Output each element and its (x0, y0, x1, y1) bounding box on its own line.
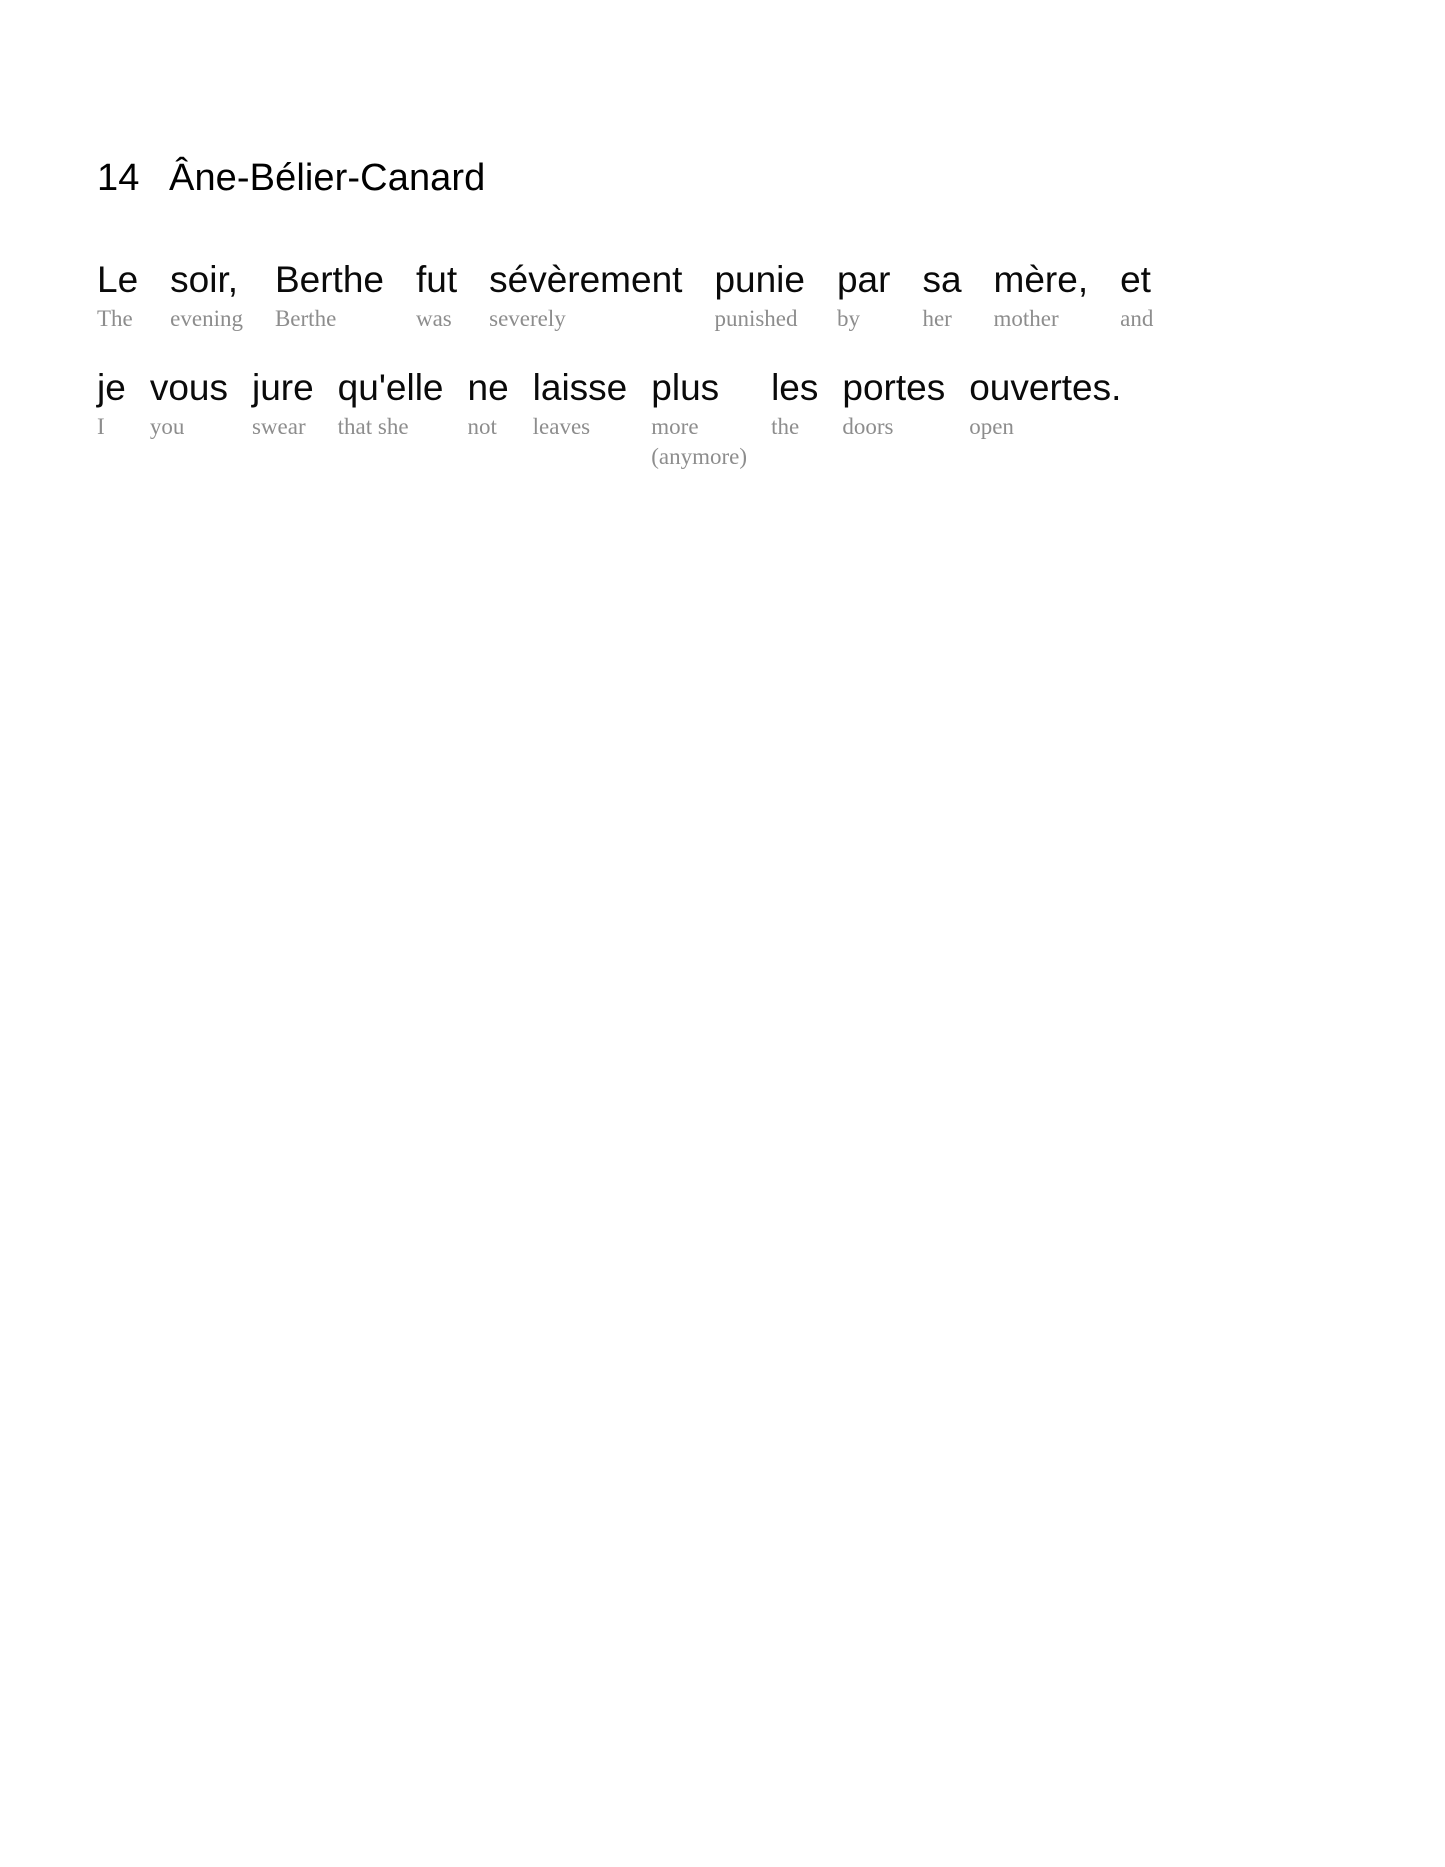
gloss-pair: sévèrement severely (489, 258, 682, 334)
source-word: soir, (170, 259, 239, 300)
gloss-word: that she (337, 414, 409, 439)
gloss-word: The (97, 306, 133, 331)
gloss-word: not (467, 414, 497, 439)
gloss-word: you (149, 414, 185, 439)
gloss-word: more (anymore) (651, 412, 747, 472)
gloss-pair: vous you (150, 366, 228, 442)
source-word: ouvertes. (969, 367, 1122, 408)
gloss-pair: ouvertes. open (969, 366, 1121, 442)
gloss-pair: par by (837, 258, 890, 334)
gloss-word-secondary: (anymore) (651, 444, 748, 469)
gloss-pair: qu'elle that she (338, 366, 444, 442)
source-word: et (1120, 259, 1151, 300)
source-word: fut (415, 259, 458, 300)
source-word: mère, (993, 259, 1089, 300)
gloss-pair: jure swear (252, 366, 314, 442)
gloss-pair: mère, mother (994, 258, 1089, 334)
page-title: 14 Âne-Bélier-Canard (97, 155, 485, 201)
gloss-pair: les the (771, 366, 818, 442)
source-word: sévèrement (489, 259, 683, 300)
gloss-word: and (1120, 306, 1154, 331)
source-word: Berthe (274, 259, 384, 300)
source-word: portes (842, 367, 946, 408)
source-word: plus (651, 367, 720, 408)
gloss-pair: je I (97, 366, 126, 442)
gloss-word: Berthe (274, 306, 337, 331)
source-word: par (836, 259, 891, 300)
source-word: sa (922, 259, 962, 300)
source-word: Le (97, 259, 139, 300)
source-word: les (771, 367, 819, 408)
gloss-word: I (97, 414, 105, 439)
gloss-word: severely (489, 306, 566, 331)
gloss-word: swear (251, 414, 306, 439)
document-page: 14 Âne-Bélier-Canard Le The soir, evening Ber… (0, 0, 1445, 1867)
gloss-word: mother (993, 306, 1059, 331)
gloss-pair: portes doors (842, 366, 945, 442)
gloss-word: open (969, 414, 1014, 439)
interlinear-line-1: Le The soir, evening Berthe Berthe fut was sévèr… (97, 258, 1347, 334)
gloss-pair: fut was (416, 258, 457, 334)
gloss-pair: laisse leaves (533, 366, 628, 442)
gloss-word: her (922, 306, 952, 331)
gloss-word: was (415, 306, 452, 331)
gloss-word: doors (842, 414, 894, 439)
gloss-pair: plus more (anymore) (651, 366, 747, 472)
gloss-pair: soir, evening (170, 258, 243, 334)
source-word: laisse (532, 367, 628, 408)
source-word: ne (467, 367, 509, 408)
gloss-word: punished (714, 306, 798, 331)
interlinear-gloss-block: Le The soir, evening Berthe Berthe fut was sévèr… (97, 258, 1347, 504)
gloss-word: evening (170, 306, 243, 331)
exercise-number: 14 (97, 157, 140, 199)
gloss-word: by (836, 306, 860, 331)
gloss-pair: et and (1120, 258, 1153, 334)
interlinear-line-2: je Ivous you jure swear qu'elle that she ne not l… (97, 366, 1347, 472)
gloss-pair: ne not (468, 366, 509, 442)
source-word: punie (714, 259, 805, 300)
gloss-word: leaves (532, 414, 591, 439)
gloss-pair: Le The (97, 258, 138, 334)
gloss-pair: punie punished (714, 258, 805, 334)
source-word: jure (251, 367, 314, 408)
gloss-pair: sa her (922, 258, 961, 334)
gloss-pair: Berthe Berthe (275, 258, 384, 334)
source-word: vous (149, 367, 228, 408)
source-word: je (97, 367, 126, 408)
exercise-title: Âne-Bélier-Canard (169, 157, 486, 199)
gloss-word: the (771, 414, 800, 439)
source-word: qu'elle (337, 367, 444, 408)
